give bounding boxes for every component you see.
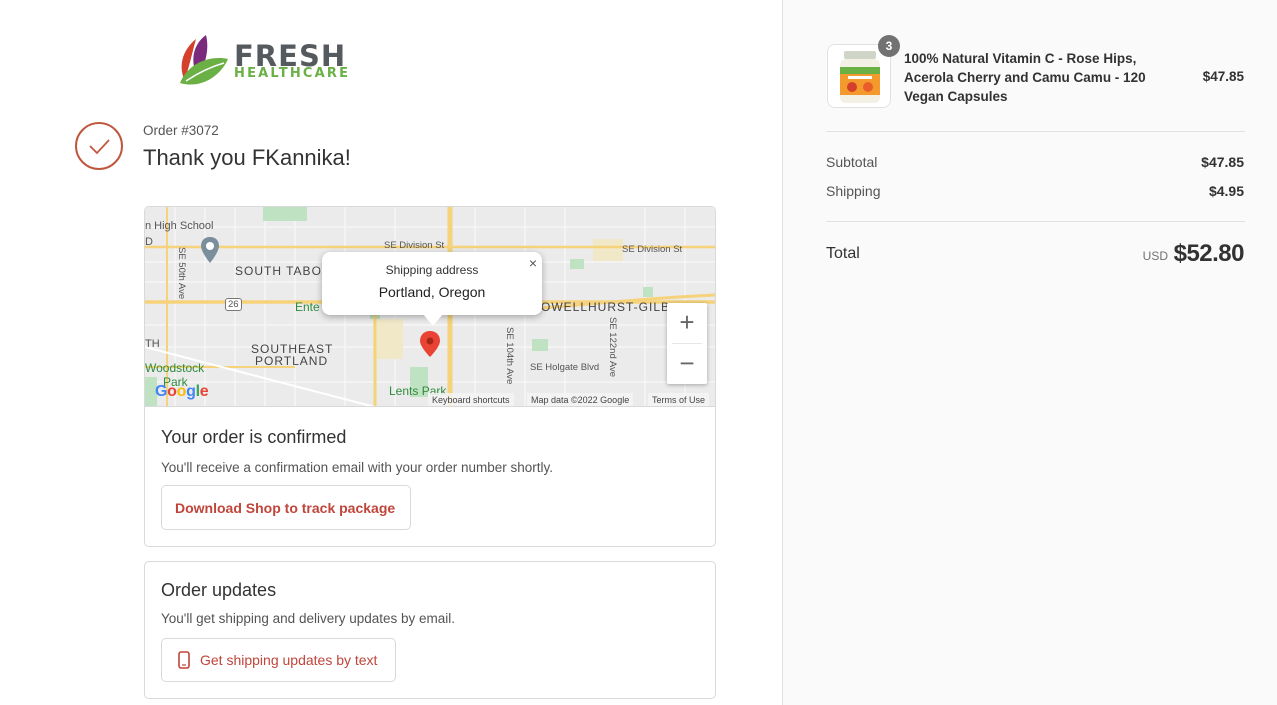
logo-tagline: HEALTHCARE [234,66,351,81]
quantity-badge: 3 [878,35,900,57]
shipping-value: $4.95 [1208,183,1244,199]
confirmed-text: You'll receive a confirmation email with… [161,460,554,475]
summary-divider-2 [826,221,1245,222]
map-label-d: D [145,236,153,248]
updates-text: You'll get shipping and delivery updates… [161,611,456,626]
check-circle-icon [75,122,123,170]
order-updates-card: Order updates You'll get shipping and de… [144,561,716,699]
confirmed-title: Your order is confirmed [161,427,347,447]
shipping-label: Shipping [826,183,881,199]
map-label-portland: PORTLAND [255,354,329,368]
updates-title: Order updates [161,580,277,600]
map-label-th: TH [145,338,160,350]
total-value: $52.80 [1173,240,1245,267]
map-label-se-division-1: SE Division St [384,240,445,251]
main-content: FRESH HEALTHCARE Order #3072 Thank you F… [0,0,782,705]
order-number: Order #3072 [143,123,219,138]
terms-of-use-link[interactable]: Terms of Use [648,393,710,406]
map-label-high-school: n High School [145,220,214,232]
close-icon[interactable]: × [529,255,537,271]
fresh-healthcare-logo[interactable]: FRESH HEALTHCARE [176,33,376,91]
phone-icon [178,651,190,669]
google-logo[interactable]: Google [155,383,209,401]
zoom-controls: + − [667,303,707,384]
zoom-in-button[interactable]: + [667,303,707,343]
map-label-se-122nd: SE 122nd Ave [607,317,618,378]
map-label-woodstock: Woodstock [145,361,205,375]
subtotal-label: Subtotal [826,154,878,170]
zoom-out-button[interactable]: − [667,344,707,384]
shipping-updates-label: Get shipping updates by text [200,652,378,668]
map-label-route-26: 26 [225,298,242,311]
shipping-address-popup: Shipping address Portland, Oregon × [322,252,542,315]
currency-code: USD [1142,249,1168,263]
confirmed-section: Your order is confirmed You'll receive a… [161,427,553,475]
product-price: $47.85 [1202,69,1244,84]
download-shop-button[interactable]: Download Shop to track package [161,485,411,530]
order-summary-sidebar: 3 100% Natural Vitamin C - Rose Hips, Ac… [782,0,1277,705]
map-label-south-tabor: SOUTH TABOR [235,264,332,278]
summary-divider-1 [826,131,1245,132]
popup-city: Portland, Oregon [378,284,486,300]
map-label-se-50th: SE 50th Ave [176,247,187,300]
school-pin-icon [201,237,219,263]
map-label-powellhurst: OWELLHURST-GILB [541,300,671,314]
map-label-se-104th: SE 104th Ave [504,327,515,385]
map-data-attribution: Map data ©2022 Google [527,393,634,406]
popup-title: Shipping address [385,263,479,277]
shipping-map[interactable]: n High School D SOUTH TABOR SE Division … [145,207,715,407]
location-pin-icon[interactable] [420,331,440,357]
map-label-se-holgate: SE Holgate Blvd [530,362,600,373]
shipping-updates-text-button[interactable]: Get shipping updates by text [161,638,396,682]
thank-you-heading: Thank you FKannika! [143,145,351,170]
total-label: Total [826,245,860,262]
product-name: 100% Natural Vitamin C - Rose Hips, Acer… [904,51,1146,104]
updates-section: Order updates You'll get shipping and de… [161,580,455,626]
order-confirmed-card: n High School D SOUTH TABOR SE Division … [144,206,716,547]
map-label-se-division-2: SE Division St [622,244,683,255]
subtotal-value: $47.85 [1201,154,1244,170]
map-label-ente: Ente [295,300,320,314]
keyboard-shortcuts-link[interactable]: Keyboard shortcuts [428,393,514,406]
leaf-logo-icon [180,35,228,85]
popup-tail [423,314,443,326]
